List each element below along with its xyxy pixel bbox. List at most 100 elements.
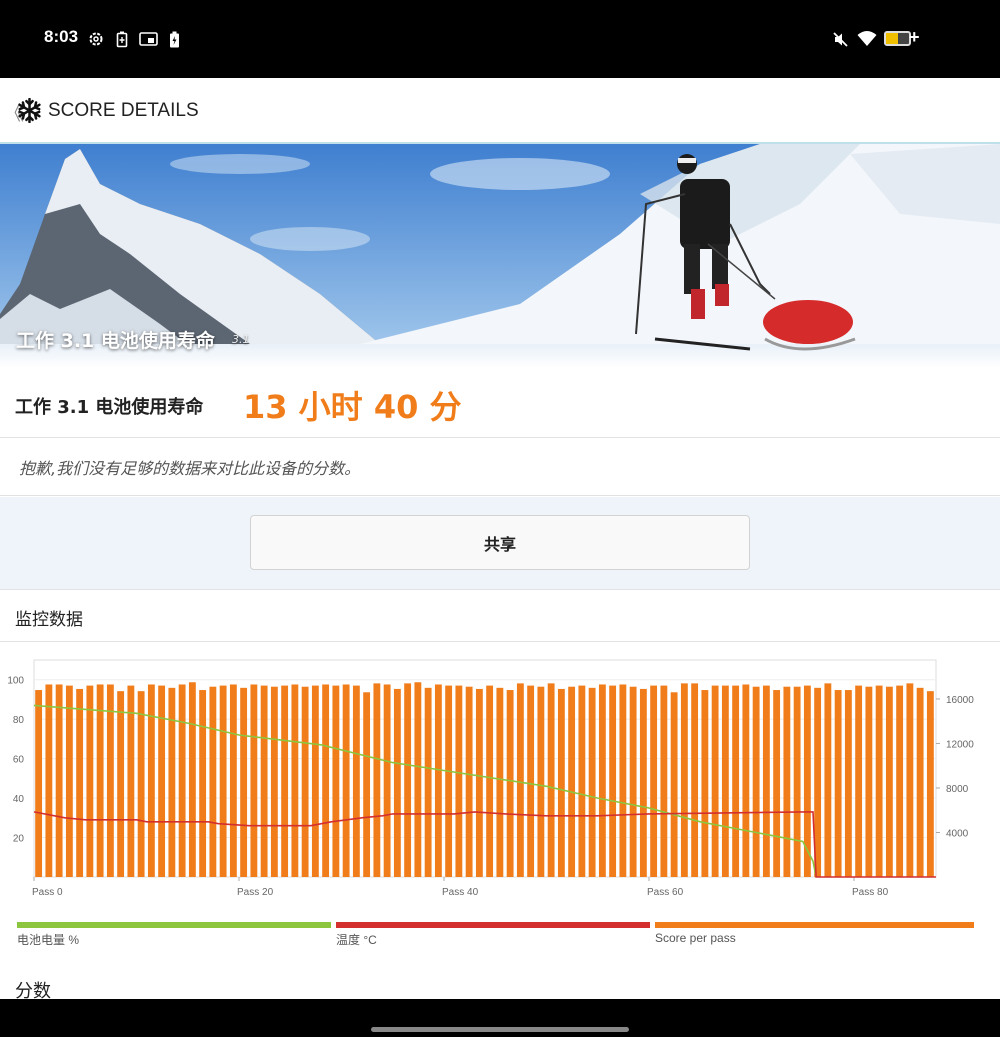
score-bar xyxy=(373,683,381,877)
monitoring-header: 监控数据 xyxy=(0,589,1000,642)
score-bar xyxy=(537,686,545,877)
score-bar xyxy=(629,686,637,877)
score-bar xyxy=(670,692,678,877)
score-bar xyxy=(188,682,196,877)
score-bar xyxy=(650,685,658,877)
score-bar xyxy=(527,685,535,877)
share-button[interactable]: 共享 xyxy=(250,515,750,570)
score-bar xyxy=(803,685,811,877)
hero-version: 3.1 xyxy=(232,333,250,346)
battery-level-fill xyxy=(886,33,898,44)
score-bar xyxy=(332,685,340,877)
right-axis-tick-label: 4000 xyxy=(946,828,969,839)
score-bar xyxy=(96,684,104,877)
score-bar xyxy=(793,686,801,877)
monitoring-title: 监控数据 xyxy=(15,610,83,630)
snowflake-icon xyxy=(18,98,41,123)
score-bar xyxy=(260,685,268,877)
score-bar xyxy=(639,688,647,877)
score-bar xyxy=(906,683,914,877)
x-axis-tick-label: Pass 60 xyxy=(647,887,684,898)
score-bar xyxy=(404,683,412,877)
score-bar xyxy=(547,683,555,877)
x-axis-tick-label: Pass 0 xyxy=(32,887,63,898)
score-bar xyxy=(578,685,586,877)
monitoring-chart: 20 40 60 80 100 4000 8000 12000 16000 Pass 0 Pass … xyxy=(7,659,974,898)
notice-text: 抱歉,我们没有足够的数据来对比此设备的分数。 xyxy=(19,459,361,478)
legend-battery-label: 电池电量 % xyxy=(17,933,80,947)
score-bar xyxy=(414,682,422,877)
score-bar xyxy=(65,685,73,877)
status-bar: 8:03 + xyxy=(0,0,1000,78)
left-axis-tick-label: 80 xyxy=(13,715,25,726)
score-bar xyxy=(76,688,84,877)
score-bar xyxy=(711,685,719,877)
battery-charging-plus-icon: + xyxy=(909,27,920,47)
battery-saver-icon xyxy=(116,31,128,48)
charging-icon xyxy=(170,31,179,48)
score-bar xyxy=(147,684,155,877)
comparison-notice: 抱歉,我们没有足够的数据来对比此设备的分数。 xyxy=(0,438,1000,496)
score-bar xyxy=(311,685,319,877)
score-bar xyxy=(219,685,227,877)
score-bar xyxy=(732,685,740,877)
score-bar xyxy=(721,685,729,877)
score-bar xyxy=(865,686,873,877)
score-bar xyxy=(383,684,391,877)
score-bar xyxy=(680,683,688,877)
score-bar xyxy=(434,684,442,877)
score-bar xyxy=(117,691,125,877)
right-axis-tick-label: 8000 xyxy=(946,784,969,795)
score-bar xyxy=(916,687,924,877)
score-bar xyxy=(885,686,893,877)
score-bar xyxy=(178,684,186,877)
score-bar xyxy=(270,686,278,877)
score-bar xyxy=(250,684,258,877)
score-bar xyxy=(783,686,791,877)
score-bar xyxy=(598,684,606,877)
right-axis-tick-label: 12000 xyxy=(946,739,974,750)
score-bar xyxy=(445,685,453,877)
score-bar xyxy=(926,691,934,877)
mute-icon xyxy=(833,32,848,47)
hero-banner: 工作 3.1 电池使用寿命 3.1 xyxy=(0,144,1000,368)
navigation-bar xyxy=(0,999,1000,1037)
score-bar xyxy=(516,683,524,877)
score-bar xyxy=(45,684,53,877)
score-bar xyxy=(609,685,617,877)
score-bar xyxy=(240,687,248,877)
right-axis-tick-label: 16000 xyxy=(946,695,974,706)
left-axis-tick-label: 40 xyxy=(13,794,25,805)
score-bar xyxy=(855,685,863,877)
left-axis-tick-label: 60 xyxy=(13,755,25,766)
app-bar: 《 SCORE DETAILS xyxy=(0,78,1000,144)
score-bar xyxy=(773,690,781,877)
score-bar xyxy=(158,685,166,877)
score-bar xyxy=(199,690,207,877)
legend-temperature-swatch xyxy=(336,922,650,928)
score-bar xyxy=(465,686,473,877)
hero-title: 工作 3.1 电池使用寿命 xyxy=(16,330,215,352)
score-bar xyxy=(844,690,852,877)
left-axis-tick-label: 20 xyxy=(13,834,25,845)
legend-score-label: Score per pass xyxy=(655,931,736,945)
cast-icon xyxy=(139,32,158,46)
score-bar xyxy=(752,686,760,877)
score-bar xyxy=(291,684,299,877)
score-bar xyxy=(229,684,237,877)
result-row: 工作 3.1 电池使用寿命 13 小时 40 分 xyxy=(0,368,1000,438)
score-bar xyxy=(875,685,883,877)
settings-gear-icon xyxy=(89,32,103,46)
score-bar xyxy=(363,692,371,877)
score-bar xyxy=(486,685,494,877)
score-bar xyxy=(824,683,832,877)
page-title: SCORE DETAILS xyxy=(48,100,199,121)
score-bar xyxy=(660,685,668,877)
score-bar xyxy=(168,687,176,877)
x-axis-tick-label: Pass 40 xyxy=(442,887,479,898)
score-bar xyxy=(86,685,94,877)
home-gesture-handle[interactable] xyxy=(371,1027,629,1032)
score-bar xyxy=(35,690,43,877)
result-label: 工作 3.1 电池使用寿命 xyxy=(15,397,204,418)
score-bar xyxy=(834,690,842,877)
